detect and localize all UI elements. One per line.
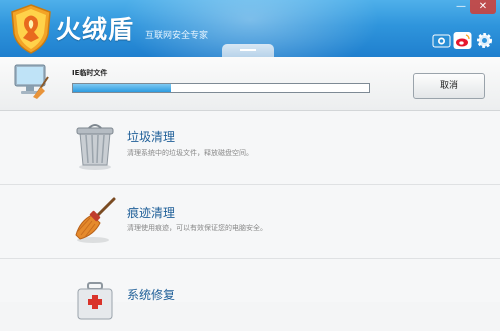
- toolbox-icon: [77, 282, 113, 320]
- task-label: IE临时文件: [72, 69, 108, 77]
- feature-title: 垃圾清理: [127, 130, 176, 144]
- weibo-icon[interactable]: [453, 31, 472, 50]
- shield-logo-icon: [11, 4, 51, 54]
- broom-icon: [75, 197, 116, 243]
- feature-title: 痕迹清理: [127, 206, 176, 220]
- scan-progress-panel: IE临时文件 取消: [0, 57, 500, 111]
- feature-title: 系统修复: [127, 288, 176, 302]
- tab-indicator: [240, 49, 256, 51]
- camera-icon[interactable]: [432, 31, 451, 50]
- center-tab[interactable]: [222, 44, 274, 57]
- feature-row-trace-clean[interactable]: 痕迹清理 清理使用痕迹，可以有效保证您的电脑安全。: [0, 185, 500, 259]
- trash-can-icon: [76, 124, 114, 170]
- settings-gear-icon[interactable]: [475, 31, 494, 50]
- feature-row-junk-clean[interactable]: 垃圾清理 清理系统中的垃圾文件，释放磁盘空间。: [0, 111, 500, 185]
- progress-fill: [73, 84, 171, 92]
- feature-description: 清理系统中的垃圾文件，释放磁盘空间。: [127, 149, 253, 157]
- monitor-broom-icon: [14, 64, 49, 99]
- close-button[interactable]: ✕: [470, 0, 496, 14]
- feature-description: 清理使用痕迹，可以有效保证您的电脑安全。: [127, 224, 267, 232]
- feature-row-system-repair[interactable]: 系统修复: [0, 259, 500, 320]
- title-bar: 火绒盾 互联网安全专家 — ✕: [0, 0, 500, 57]
- minimize-button[interactable]: —: [452, 0, 470, 14]
- app-subtitle: 互联网安全专家: [145, 31, 209, 41]
- app-title: 火绒盾: [56, 15, 135, 44]
- progress-bar: [72, 83, 370, 93]
- cancel-button[interactable]: 取消: [413, 73, 485, 99]
